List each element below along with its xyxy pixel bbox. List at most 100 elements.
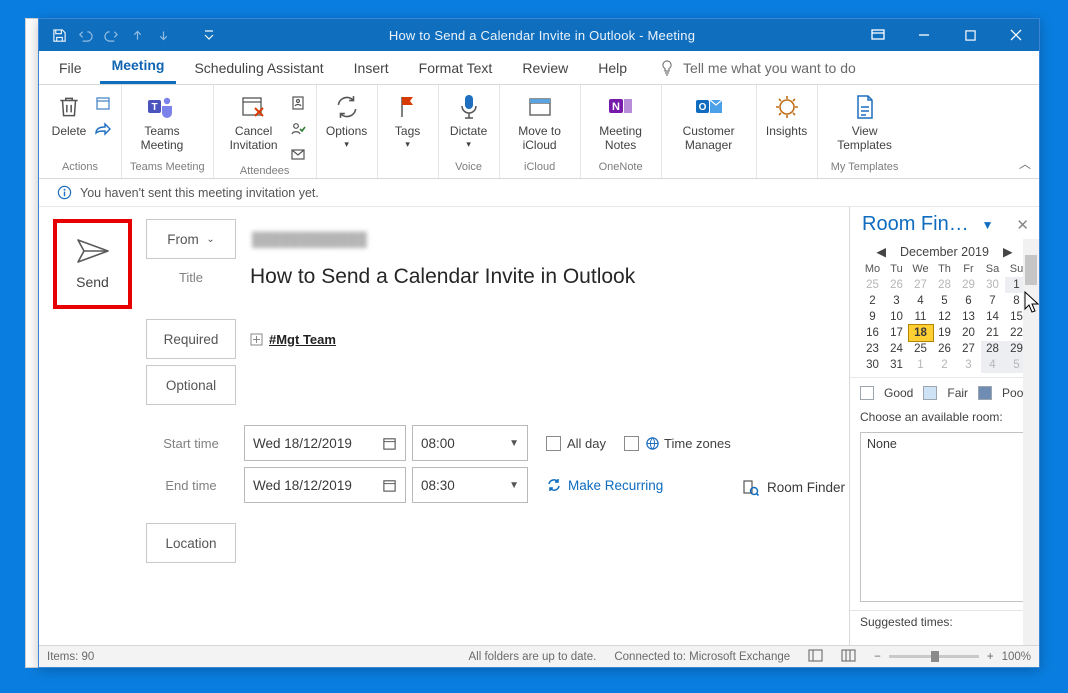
from-button[interactable]: From ⌄ (146, 219, 236, 259)
prev-month-icon[interactable]: ◀ (876, 244, 886, 259)
zoom-out-icon[interactable]: − (874, 651, 881, 663)
chevron-down-icon[interactable]: ▼ (509, 438, 519, 449)
calendar-day[interactable]: 4 (909, 293, 933, 309)
calendar-day[interactable]: 30 (861, 357, 885, 373)
make-recurring-link[interactable]: Make Recurring (546, 477, 663, 493)
insights-button[interactable]: Insights (765, 89, 809, 141)
all-day-checkbox[interactable]: All day (546, 436, 606, 451)
next-month-icon[interactable]: ▶ (1003, 244, 1013, 259)
location-button[interactable]: Location (146, 523, 236, 563)
pane-menu-icon[interactable]: ▼ (982, 218, 994, 232)
tab-file[interactable]: File (47, 54, 94, 84)
address-book-mini-icon[interactable] (288, 93, 308, 113)
mini-calendar[interactable]: MoTuWeThFrSaSu25262728293012345678910111… (861, 261, 1029, 373)
calendar-day[interactable]: 29 (957, 277, 981, 293)
view-reading-icon[interactable] (841, 649, 856, 665)
end-time-input[interactable]: 08:30 ▼ (412, 467, 528, 503)
tell-me-search[interactable]: Tell me what you want to do (645, 54, 868, 84)
pane-close-icon[interactable]: ✕ (1016, 216, 1029, 234)
down-arrow-icon[interactable] (155, 27, 171, 43)
calendar-day[interactable]: 27 (909, 277, 933, 293)
response-options-mini-icon[interactable] (288, 145, 308, 165)
calendar-day[interactable]: 18 (909, 325, 933, 341)
check-names-mini-icon[interactable] (288, 119, 308, 139)
calendar-day[interactable]: 4 (981, 357, 1005, 373)
redo-icon[interactable] (103, 27, 119, 43)
calendar-day[interactable]: 10 (885, 309, 909, 325)
calendar-day[interactable]: 2 (861, 293, 885, 309)
calendar-day[interactable]: 25 (909, 341, 933, 357)
calendar-day[interactable]: 27 (957, 341, 981, 357)
calendar-day[interactable]: 1 (909, 357, 933, 373)
calendar-day[interactable]: 7 (981, 293, 1005, 309)
send-button[interactable]: Send (53, 219, 132, 309)
move-to-icloud-button[interactable]: Move to iCloud (508, 89, 572, 155)
view-normal-icon[interactable] (808, 649, 823, 665)
calendar-day[interactable]: 26 (885, 277, 909, 293)
ribbon-display-options-button[interactable] (855, 19, 901, 51)
dictate-button[interactable]: Dictate▾ (447, 89, 491, 151)
calendar-day[interactable]: 25 (861, 277, 885, 293)
calendar-day[interactable]: 21 (981, 325, 1005, 341)
tab-insert[interactable]: Insert (342, 54, 401, 84)
tab-meeting[interactable]: Meeting (100, 51, 177, 84)
tab-format-text[interactable]: Format Text (407, 54, 505, 84)
required-field[interactable]: #Mgt Team (244, 332, 336, 347)
calendar-day[interactable]: 17 (885, 325, 909, 341)
expand-group-icon[interactable] (250, 333, 263, 346)
start-time-input[interactable]: 08:00 ▼ (412, 425, 528, 461)
customer-manager-button[interactable]: O Customer Manager (670, 89, 748, 155)
calendar-day[interactable]: 20 (957, 325, 981, 341)
calendar-picker-icon[interactable] (382, 436, 397, 451)
calendar-day[interactable]: 2 (933, 357, 957, 373)
calendar-mini-icon[interactable] (93, 93, 113, 113)
forward-mini-icon[interactable] (93, 119, 113, 139)
available-rooms-list[interactable]: None (860, 432, 1029, 602)
required-value[interactable]: #Mgt Team (269, 332, 336, 347)
tags-button[interactable]: Tags▾ (386, 89, 430, 151)
start-date-input[interactable]: Wed 18/12/2019 (244, 425, 406, 461)
calendar-day[interactable]: 11 (909, 309, 933, 325)
zoom-slider[interactable]: − + 100% (874, 651, 1031, 663)
end-date-input[interactable]: Wed 18/12/2019 (244, 467, 406, 503)
teams-meeting-button[interactable]: T Teams Meeting (130, 89, 194, 155)
calendar-day[interactable]: 28 (933, 277, 957, 293)
calendar-picker-icon[interactable] (382, 478, 397, 493)
cancel-invitation-button[interactable]: Cancel Invitation (222, 89, 286, 155)
save-icon[interactable] (51, 27, 67, 43)
required-button[interactable]: Required (146, 319, 236, 359)
calendar-day[interactable]: 26 (933, 341, 957, 357)
calendar-day[interactable]: 30 (981, 277, 1005, 293)
zoom-in-icon[interactable]: + (987, 651, 994, 663)
minimize-button[interactable] (901, 19, 947, 51)
undo-icon[interactable] (77, 27, 93, 43)
optional-button[interactable]: Optional (146, 365, 236, 405)
meeting-notes-button[interactable]: N Meeting Notes (589, 89, 653, 155)
view-templates-button[interactable]: View Templates (826, 89, 904, 155)
tab-help[interactable]: Help (586, 54, 639, 84)
tab-review[interactable]: Review (510, 54, 580, 84)
up-arrow-icon[interactable] (129, 27, 145, 43)
calendar-day[interactable]: 3 (885, 293, 909, 309)
calendar-day[interactable]: 13 (957, 309, 981, 325)
calendar-day[interactable]: 24 (885, 341, 909, 357)
options-button[interactable]: Options▾ (325, 89, 369, 151)
calendar-day[interactable]: 16 (861, 325, 885, 341)
calendar-day[interactable]: 23 (861, 341, 885, 357)
calendar-day[interactable]: 9 (861, 309, 885, 325)
title-input[interactable]: How to Send a Calendar Invite in Outlook (244, 265, 635, 289)
calendar-day[interactable]: 3 (957, 357, 981, 373)
calendar-day[interactable]: 14 (981, 309, 1005, 325)
calendar-day[interactable]: 28 (981, 341, 1005, 357)
time-zones-checkbox[interactable]: Time zones (624, 436, 731, 451)
calendar-day[interactable]: 31 (885, 357, 909, 373)
chevron-down-icon[interactable]: ▼ (509, 480, 519, 491)
collapse-ribbon-icon[interactable]: ︿ (1019, 155, 1031, 172)
room-finder-toggle[interactable]: Room Finder (742, 479, 845, 496)
calendar-day[interactable]: 19 (933, 325, 957, 341)
tab-scheduling-assistant[interactable]: Scheduling Assistant (182, 54, 335, 84)
qat-customize-icon[interactable] (201, 27, 217, 43)
calendar-day[interactable]: 12 (933, 309, 957, 325)
calendar-day[interactable]: 6 (957, 293, 981, 309)
close-button[interactable] (993, 19, 1039, 51)
